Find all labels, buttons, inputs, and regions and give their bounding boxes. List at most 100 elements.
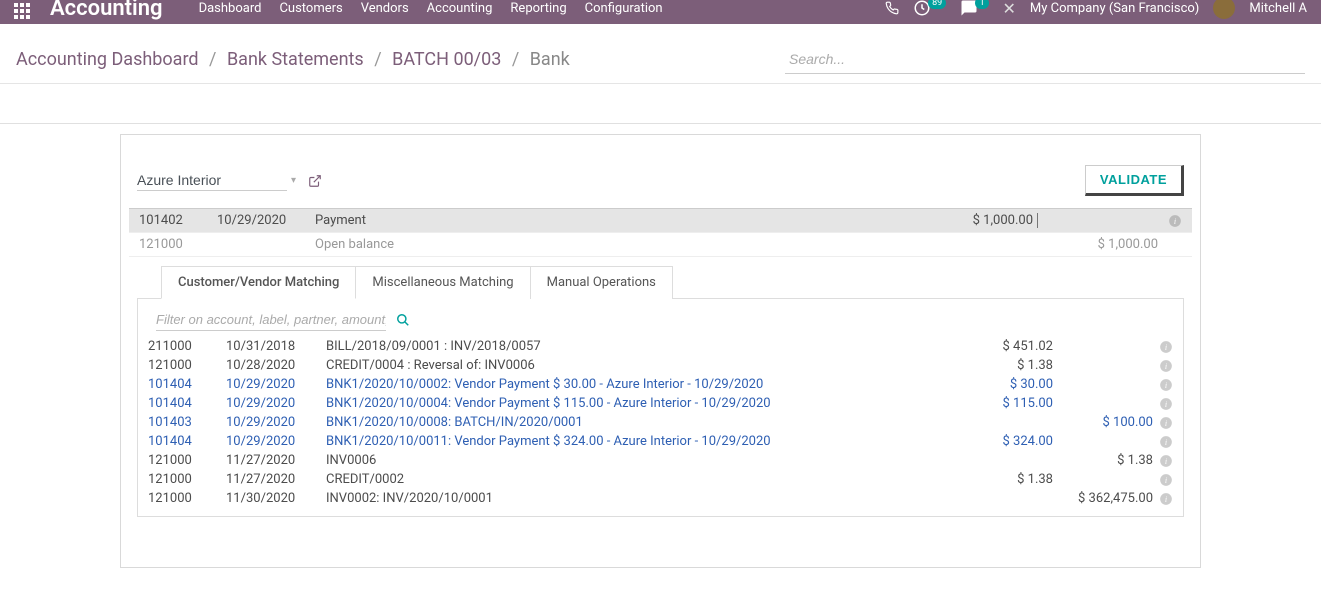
info-icon[interactable]: i xyxy=(1153,358,1173,373)
info-icon[interactable]: i xyxy=(1153,396,1173,411)
menu-accounting[interactable]: Accounting xyxy=(427,1,493,16)
menu-dashboard[interactable]: Dashboard xyxy=(199,1,262,16)
match-row[interactable]: 12100011/27/2020INV0006$ 1.38i xyxy=(138,451,1183,470)
match-debit: $ 324.00 xyxy=(933,434,1053,449)
main-menu: Dashboard Customers Vendors Accounting R… xyxy=(199,1,663,16)
match-credit: $ 362,475.00 xyxy=(1053,491,1153,506)
match-debit: $ 1.38 xyxy=(933,358,1053,373)
info-icon[interactable]: i xyxy=(1153,377,1173,392)
tab-0[interactable]: Customer/Vendor Matching xyxy=(161,266,356,299)
breadcrumb: Accounting Dashboard / Bank Statements /… xyxy=(16,49,570,70)
tab-1[interactable]: Miscellaneous Matching xyxy=(355,266,530,299)
close-icon[interactable]: ✕ xyxy=(1003,0,1016,18)
filter-input[interactable] xyxy=(156,309,386,331)
match-date: 10/29/2020 xyxy=(226,434,326,449)
ledger-label: Payment xyxy=(315,213,918,228)
match-row[interactable]: 21100010/31/2018BILL/2018/09/0001 : INV/… xyxy=(138,337,1183,356)
navbar: Accounting Dashboard Customers Vendors A… xyxy=(0,0,1321,24)
match-label: BNK1/2020/10/0008: BATCH/IN/2020/0001 xyxy=(326,415,933,430)
menu-customers[interactable]: Customers xyxy=(279,1,342,16)
match-label: BILL/2018/09/0001 : INV/2018/0057 xyxy=(326,339,933,354)
search-icon[interactable] xyxy=(396,313,410,328)
match-account: 121000 xyxy=(148,491,226,506)
match-row[interactable]: 12100011/27/2020CREDIT/0002$ 1.38 i xyxy=(138,470,1183,489)
chevron-down-icon[interactable]: ▾ xyxy=(291,175,296,186)
toolbar-spacer xyxy=(0,84,1321,124)
info-icon[interactable]: i xyxy=(1153,415,1173,430)
match-row[interactable]: 12100010/28/2020CREDIT/0004 : Reversal o… xyxy=(138,356,1183,375)
breadcrumb-0[interactable]: Accounting Dashboard xyxy=(16,49,199,70)
match-debit: $ 115.00 xyxy=(933,396,1053,411)
search-input[interactable] xyxy=(785,45,1305,74)
ledger-date: 10/29/2020 xyxy=(217,213,315,228)
match-date: 11/30/2020 xyxy=(226,491,326,506)
filter-row xyxy=(138,299,1183,337)
match-row[interactable]: 10140410/29/2020BNK1/2020/10/0002: Vendo… xyxy=(138,375,1183,394)
match-label: BNK1/2020/10/0011: Vendor Payment $ 324.… xyxy=(326,434,933,449)
discuss-badge: 1 xyxy=(975,0,988,9)
match-account: 101403 xyxy=(148,415,226,430)
info-icon[interactable]: i xyxy=(1153,339,1173,354)
partner-row: ▾ VALIDATE xyxy=(129,165,1192,208)
match-date: 10/29/2020 xyxy=(226,377,326,392)
activity-icon[interactable]: 89 xyxy=(913,0,946,17)
match-row[interactable]: 12100011/30/2020INV0002: INV/2020/10/000… xyxy=(138,489,1183,508)
match-debit: $ 451.02 xyxy=(933,339,1053,354)
match-row[interactable]: 10140410/29/2020BNK1/2020/10/0004: Vendo… xyxy=(138,394,1183,413)
discuss-icon[interactable]: 1 xyxy=(960,0,988,17)
info-icon[interactable]: i xyxy=(1153,472,1173,487)
search-wrap xyxy=(785,45,1305,74)
match-account: 101404 xyxy=(148,377,226,392)
avatar[interactable] xyxy=(1213,0,1235,19)
external-link-icon[interactable] xyxy=(308,173,322,188)
match-debit: $ 1.38 xyxy=(933,472,1053,487)
match-account: 101404 xyxy=(148,396,226,411)
main: ▾ VALIDATE 10140210/29/2020Payment$ 1,00… xyxy=(0,124,1321,598)
ledger-row[interactable]: 121000Open balance$ 1,000.00 xyxy=(129,233,1192,257)
menu-vendors[interactable]: Vendors xyxy=(361,1,409,16)
info-icon[interactable]: i xyxy=(1158,213,1182,228)
breadcrumb-1[interactable]: Bank Statements xyxy=(227,49,364,70)
match-row[interactable]: 10140310/29/2020BNK1/2020/10/0008: BATCH… xyxy=(138,413,1183,432)
match-label: BNK1/2020/10/0004: Vendor Payment $ 115.… xyxy=(326,396,933,411)
match-date: 10/31/2018 xyxy=(226,339,326,354)
tabs: Customer/Vendor MatchingMiscellaneous Ma… xyxy=(129,265,1192,298)
ledger-label: Open balance xyxy=(315,237,918,252)
ledger-account: 101402 xyxy=(139,213,217,228)
match-list: 21100010/31/2018BILL/2018/09/0001 : INV/… xyxy=(138,337,1183,508)
menu-reporting[interactable]: Reporting xyxy=(510,1,566,16)
match-label: CREDIT/0002 xyxy=(326,472,933,487)
validate-button[interactable]: VALIDATE xyxy=(1085,165,1184,196)
match-date: 11/27/2020 xyxy=(226,453,326,468)
apps-icon[interactable] xyxy=(14,3,32,21)
menu-configuration[interactable]: Configuration xyxy=(585,1,663,16)
match-credit: $ 100.00 xyxy=(1053,415,1153,430)
phone-icon[interactable] xyxy=(885,1,899,16)
info-icon[interactable]: i xyxy=(1153,453,1173,468)
info-icon[interactable]: i xyxy=(1153,491,1173,506)
match-date: 10/29/2020 xyxy=(226,396,326,411)
ledger-row[interactable]: 10140210/29/2020Payment$ 1,000.00i xyxy=(129,209,1192,233)
match-account: 211000 xyxy=(148,339,226,354)
match-date: 10/28/2020 xyxy=(226,358,326,373)
info-icon[interactable]: i xyxy=(1153,434,1173,449)
topbar: Accounting Dashboard / Bank Statements /… xyxy=(0,24,1321,84)
user-name[interactable]: Mitchell A xyxy=(1249,1,1307,16)
reconciliation-panel: ▾ VALIDATE 10140210/29/2020Payment$ 1,00… xyxy=(120,134,1201,568)
tabs-body: 21100010/31/2018BILL/2018/09/0001 : INV/… xyxy=(137,298,1184,517)
ledger-account: 121000 xyxy=(139,237,217,252)
match-debit: $ 30.00 xyxy=(933,377,1053,392)
match-row[interactable]: 10140410/29/2020BNK1/2020/10/0011: Vendo… xyxy=(138,432,1183,451)
activity-badge: 89 xyxy=(928,0,946,9)
match-date: 11/27/2020 xyxy=(226,472,326,487)
match-account: 121000 xyxy=(148,472,226,487)
app-brand[interactable]: Accounting xyxy=(50,0,163,21)
breadcrumb-2[interactable]: BATCH 00/03 xyxy=(392,49,501,70)
match-date: 10/29/2020 xyxy=(226,415,326,430)
match-label: CREDIT/0004 : Reversal of: INV0006 xyxy=(326,358,933,373)
match-label: BNK1/2020/10/0002: Vendor Payment $ 30.0… xyxy=(326,377,933,392)
tab-2[interactable]: Manual Operations xyxy=(530,266,673,299)
company-name[interactable]: My Company (San Francisco) xyxy=(1030,1,1199,16)
partner-select[interactable] xyxy=(137,170,287,191)
ledger: 10140210/29/2020Payment$ 1,000.00i 121000… xyxy=(129,208,1192,257)
